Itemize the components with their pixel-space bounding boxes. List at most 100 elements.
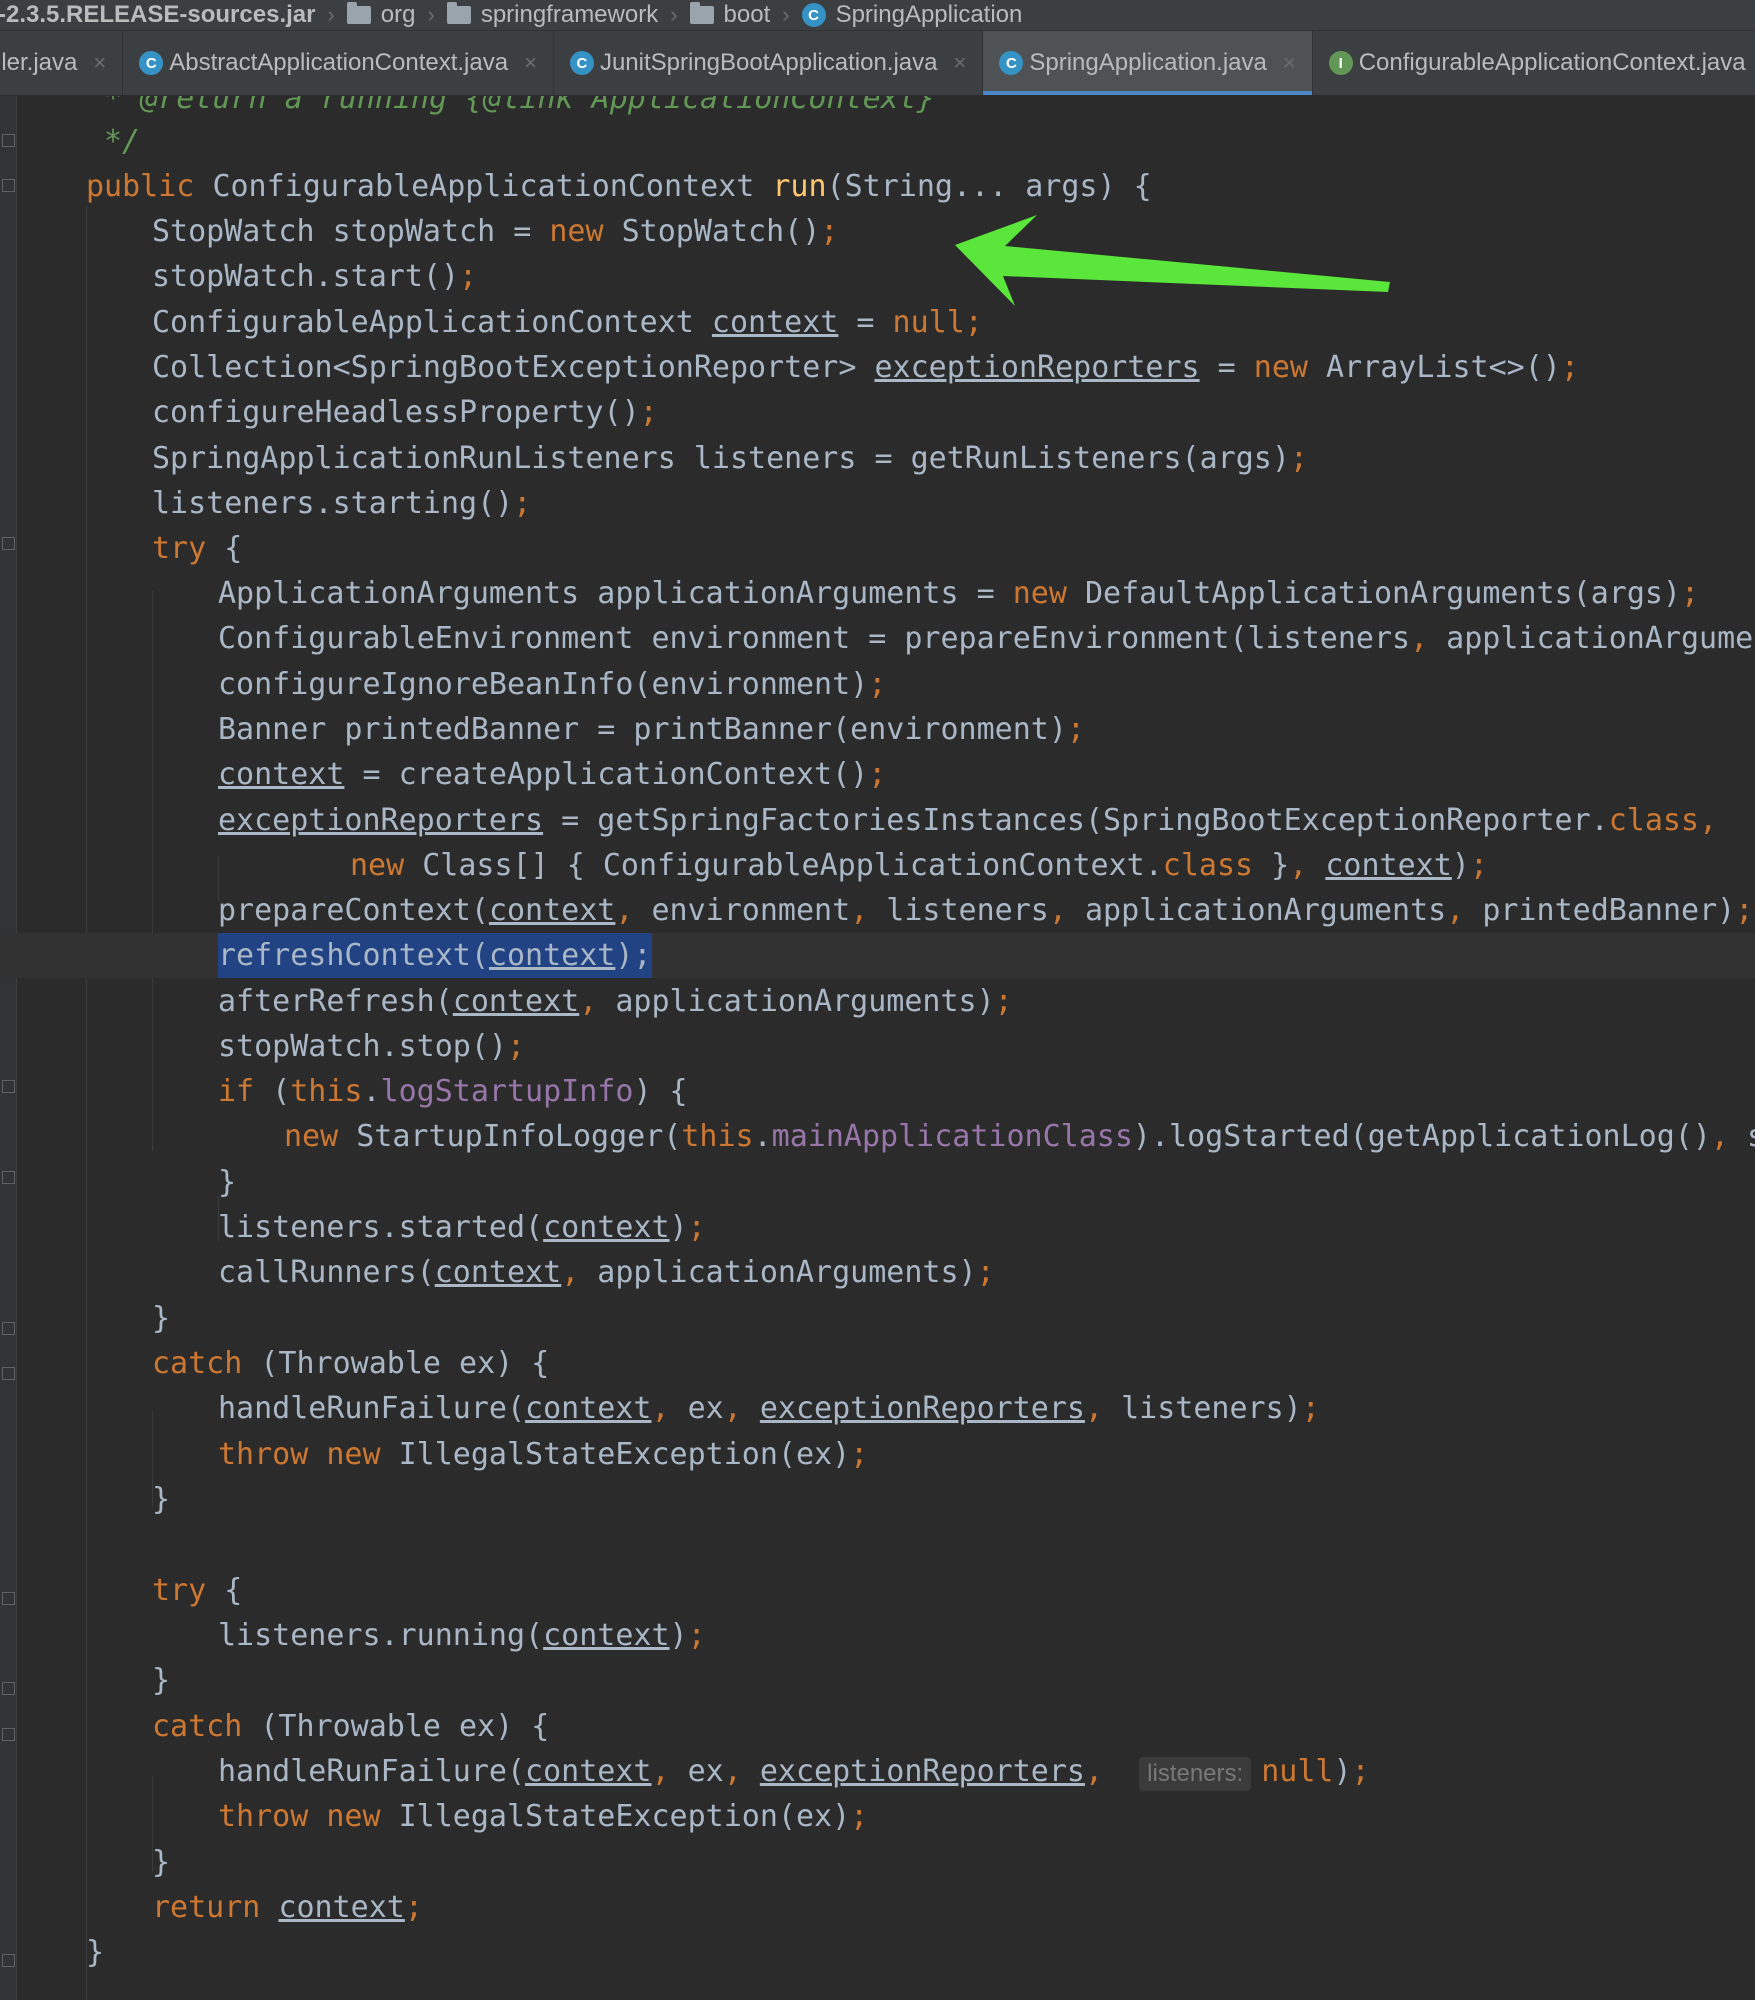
code-token: } <box>152 1663 171 1698</box>
code-line[interactable]: Banner printedBanner = printBanner(envir… <box>0 707 1755 752</box>
editor-tab[interactable]: C JunitSpringBootApplication.java × <box>554 31 984 95</box>
code-token: , <box>1084 1754 1104 1789</box>
code-line[interactable]: if (this.logStartupInfo) { <box>0 1069 1755 1114</box>
breadcrumb-item[interactable]: -2.3.5.RELEASE-sources.jar <box>0 1 319 29</box>
current-line[interactable]: refreshContext(context); <box>0 933 1755 978</box>
code-line[interactable]: ApplicationArguments applicationArgument… <box>0 571 1755 616</box>
code-token: class <box>1162 848 1254 883</box>
editor-tab[interactable]: C SpringApplication.java × <box>983 31 1313 95</box>
breadcrumb-item[interactable]: org <box>343 1 420 29</box>
close-icon[interactable]: × <box>954 50 967 76</box>
code-line[interactable]: } <box>0 1840 1755 1885</box>
code-token: class <box>1608 803 1700 838</box>
close-icon[interactable]: × <box>93 50 106 76</box>
code-line[interactable]: listeners.running(context); <box>0 1613 1755 1658</box>
code-token: ; <box>1351 1754 1370 1789</box>
code-line[interactable]: prepareContext(context, environment, lis… <box>0 888 1755 933</box>
code-token: ) <box>1451 848 1470 883</box>
code-token: , <box>1710 1119 1729 1154</box>
code-line[interactable]: return context; <box>0 1885 1755 1930</box>
code-token: ; <box>404 1890 423 1925</box>
parameter-hint: listeners: <box>1139 1757 1252 1791</box>
code-token: ; <box>994 984 1013 1019</box>
code-token: = createApplicationContext() <box>344 757 869 792</box>
code-token: , <box>723 1754 742 1789</box>
code-line[interactable]: ConfigurableEnvironment environment = pr… <box>0 616 1755 661</box>
code-token: new <box>284 1119 339 1154</box>
breadcrumb-item[interactable]: springframework <box>443 1 662 29</box>
tab-label: SpringApplication.java <box>1029 49 1267 76</box>
code-token: DefaultApplicationArguments(args) <box>1066 576 1681 611</box>
code-token: , <box>1084 1391 1104 1426</box>
code-token: ; <box>506 1029 526 1064</box>
code-line[interactable]: afterRefresh(context, applicationArgumen… <box>0 979 1755 1024</box>
code-token: ) <box>669 1210 688 1245</box>
code-token: , <box>1699 803 1718 838</box>
code-token: stopWatch.stop() <box>218 1029 507 1064</box>
code-line[interactable]: new StartupInfoLogger(this.mainApplicati… <box>0 1114 1755 1159</box>
code-token: try <box>152 1573 207 1608</box>
code-token: , <box>615 893 634 928</box>
code-token: } <box>86 1935 105 1970</box>
code-token: (Throwable ex) { <box>242 1346 550 1381</box>
code-line[interactable]: stopWatch.stop(); <box>0 1024 1755 1069</box>
code-token: listeners) <box>1103 1391 1302 1426</box>
code-token: , <box>1289 848 1308 883</box>
code-token: context <box>218 757 345 792</box>
code-line[interactable]: listeners.started(context); <box>0 1205 1755 1250</box>
editor-tab[interactable]: C AbstractApplicationContext.java × <box>123 31 554 95</box>
code-token: ).logStarted(getApplicationLog() <box>1132 1119 1711 1154</box>
code-editor[interactable]: * @return a running {@link ApplicationCo… <box>0 96 1755 2000</box>
close-icon[interactable]: × <box>1283 50 1296 76</box>
code-token: StartupInfoLogger( <box>338 1119 682 1154</box>
code-token: ) { <box>633 1074 688 1109</box>
code-token: , <box>1048 893 1067 928</box>
code-token: context <box>543 1210 670 1245</box>
code-line[interactable]: new Class[] { ConfigurableApplicationCon… <box>0 843 1755 888</box>
code-line[interactable]: throw new IllegalStateException(ex); <box>0 1794 1755 1839</box>
code-token: try <box>152 531 207 566</box>
code-line[interactable]: exceptionReporters = getSpringFactoriesI… <box>0 798 1755 843</box>
interface-icon: I <box>1328 51 1353 75</box>
editor-tab[interactable]: IConfigurableApplicationContext.java× <box>1313 31 1755 95</box>
code-line[interactable]: context = createApplicationContext(); <box>0 752 1755 797</box>
code-token: IllegalStateException(ex) <box>380 1799 851 1834</box>
code-token: printedBanner) <box>1464 893 1736 928</box>
folder-icon <box>446 2 471 24</box>
code-line[interactable]: configureIgnoreBeanInfo(environment); <box>0 662 1755 707</box>
code-line[interactable]: } <box>0 1930 1755 1975</box>
code-token: context <box>543 1618 670 1653</box>
code-token: ; <box>1735 893 1754 928</box>
code-line[interactable]: catch (Throwable ex) { <box>0 1704 1755 1749</box>
code-token: , <box>651 1391 670 1426</box>
code-line[interactable]: handleRunFailure(context, ex, exceptionR… <box>0 1749 1755 1794</box>
code-line[interactable]: } <box>0 1296 1755 1341</box>
tab-label: AbstractApplicationContext.java <box>169 49 509 76</box>
breadcrumb-item[interactable]: C SpringApplication <box>798 1 1027 29</box>
annotation-arrow-shape <box>955 215 1390 306</box>
class-icon: C <box>569 51 594 75</box>
code-line[interactable]: try { <box>0 526 1755 571</box>
breadcrumb-item[interactable]: boot <box>686 1 775 29</box>
code-token: listeners.running( <box>218 1618 544 1653</box>
code-line[interactable]: catch (Throwable ex) { <box>0 1341 1755 1386</box>
code-token: stopWatc <box>1729 1119 1755 1154</box>
code-token: logStartupInfo <box>380 1074 634 1109</box>
tab-label: ller.java <box>0 49 78 76</box>
breadcrumb-separator: › <box>782 2 790 27</box>
code-token: ; <box>1469 848 1488 883</box>
code-token: throw <box>218 1799 309 1834</box>
code-line[interactable]: throw new IllegalStateException(ex); <box>0 1432 1755 1477</box>
editor-tab[interactable]: ller.java × <box>0 31 124 95</box>
code-token: this <box>290 1074 363 1109</box>
folder-icon <box>689 2 714 24</box>
code-token: , <box>1410 621 1429 656</box>
code-line[interactable]: handleRunFailure(context, ex, exceptionR… <box>0 1386 1755 1431</box>
code-line[interactable]: try { <box>0 1568 1755 1613</box>
close-icon[interactable]: × <box>524 50 537 76</box>
code-line[interactable]: } <box>0 1477 1755 1522</box>
selection[interactable]: refreshContext(context); <box>218 933 652 978</box>
code-line[interactable]: callRunners(context, applicationArgument… <box>0 1250 1755 1295</box>
code-line[interactable]: } <box>0 1658 1755 1703</box>
code-line[interactable]: } <box>0 1160 1755 1205</box>
